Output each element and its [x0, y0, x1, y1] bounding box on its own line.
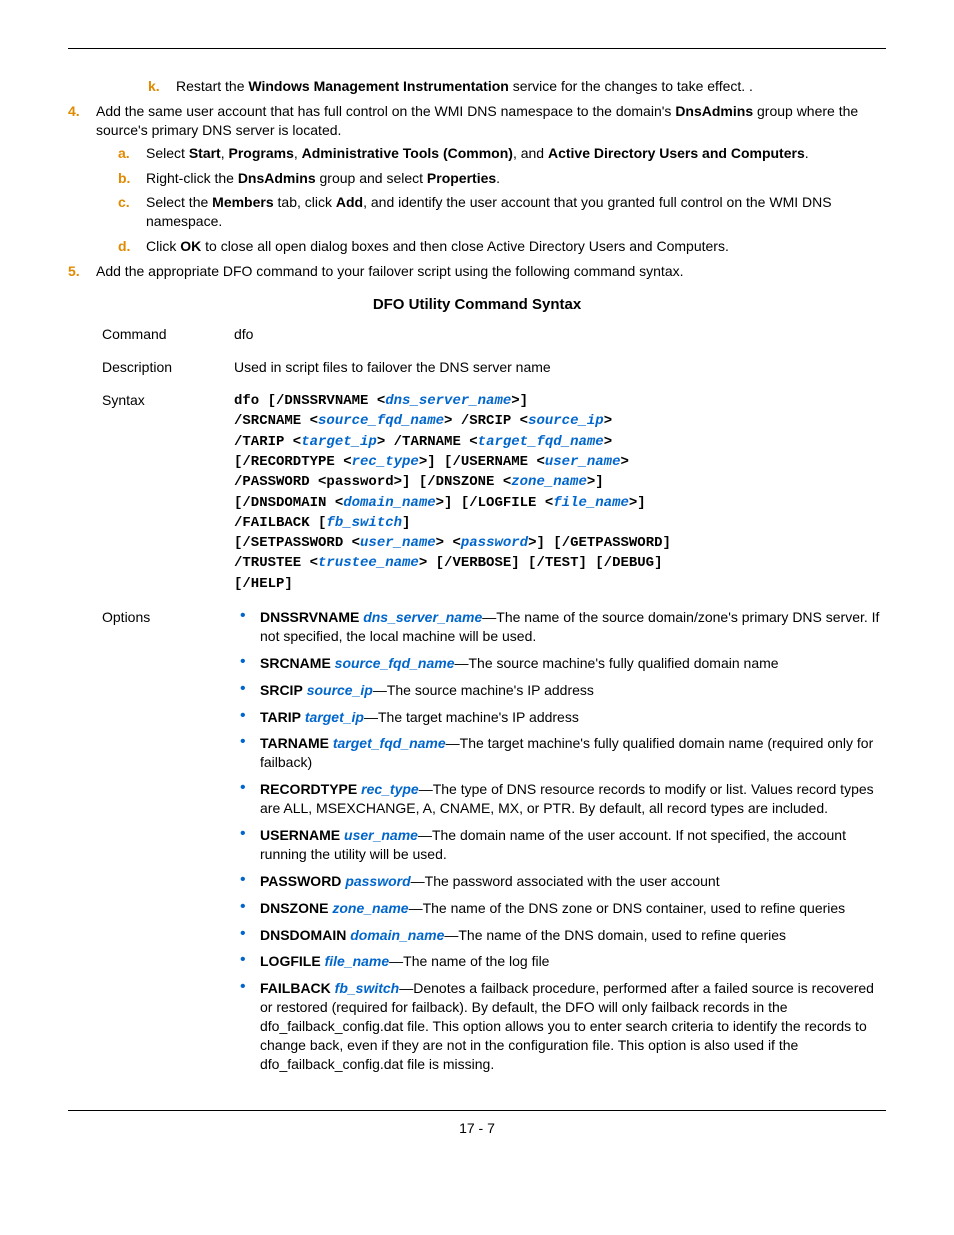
- marker-k: k.: [148, 77, 160, 96]
- value-description: Used in script files to failover the DNS…: [234, 358, 886, 377]
- step-4c: c. Select the Members tab, click Add, an…: [118, 193, 886, 231]
- label-description: Description: [102, 358, 234, 377]
- option-item: SRCNAME source_fqd_name—The source machi…: [234, 654, 886, 673]
- bottom-rule: [68, 1110, 886, 1111]
- option-item: FAILBACK fb_switch—Denotes a failback pr…: [234, 979, 886, 1073]
- marker-4: 4.: [68, 102, 80, 121]
- options-list: DNSSRVNAME dns_server_name—The name of t…: [234, 608, 886, 1074]
- option-item: USERNAME user_name—The domain name of th…: [234, 826, 886, 864]
- label-options: Options: [102, 608, 234, 627]
- step-5: 5. Add the appropriate DFO command to yo…: [68, 262, 886, 281]
- option-item: TARNAME target_fqd_name—The target machi…: [234, 734, 886, 772]
- option-item: DNSSRVNAME dns_server_name—The name of t…: [234, 608, 886, 646]
- step-4: 4. Add the same user account that has fu…: [68, 102, 886, 256]
- option-item: TARIP target_ip—The target machine's IP …: [234, 708, 886, 727]
- marker-5: 5.: [68, 262, 80, 281]
- option-item: SRCIP source_ip—The source machine's IP …: [234, 681, 886, 700]
- option-item: RECORDTYPE rec_type—The type of DNS reso…: [234, 780, 886, 818]
- step-4b: b. Right-click the DnsAdmins group and s…: [118, 169, 886, 188]
- outer-list: k. Restart the Windows Management Instru…: [68, 77, 886, 281]
- value-command: dfo: [234, 325, 886, 344]
- page-number: 17 - 7: [68, 1119, 886, 1138]
- option-item: LOGFILE file_name—The name of the log fi…: [234, 952, 886, 971]
- definition-list: Command dfo Description Used in script f…: [102, 325, 886, 1082]
- label-syntax: Syntax: [102, 391, 234, 410]
- option-item: DNSZONE zone_name—The name of the DNS zo…: [234, 899, 886, 918]
- value-syntax: dfo [/DNSSRVNAME <dns_server_name>] /SRC…: [234, 391, 886, 594]
- step-4a: a. Select Start, Programs, Administrativ…: [118, 144, 886, 163]
- top-rule: [68, 48, 886, 49]
- label-command: Command: [102, 325, 234, 344]
- option-item: DNSDOMAIN domain_name—The name of the DN…: [234, 926, 886, 945]
- step-k: k. Restart the Windows Management Instru…: [148, 77, 886, 96]
- option-item: PASSWORD password—The password associate…: [234, 872, 886, 891]
- section-title: DFO Utility Command Syntax: [68, 295, 886, 315]
- step-4d: d. Click OK to close all open dialog box…: [118, 237, 886, 256]
